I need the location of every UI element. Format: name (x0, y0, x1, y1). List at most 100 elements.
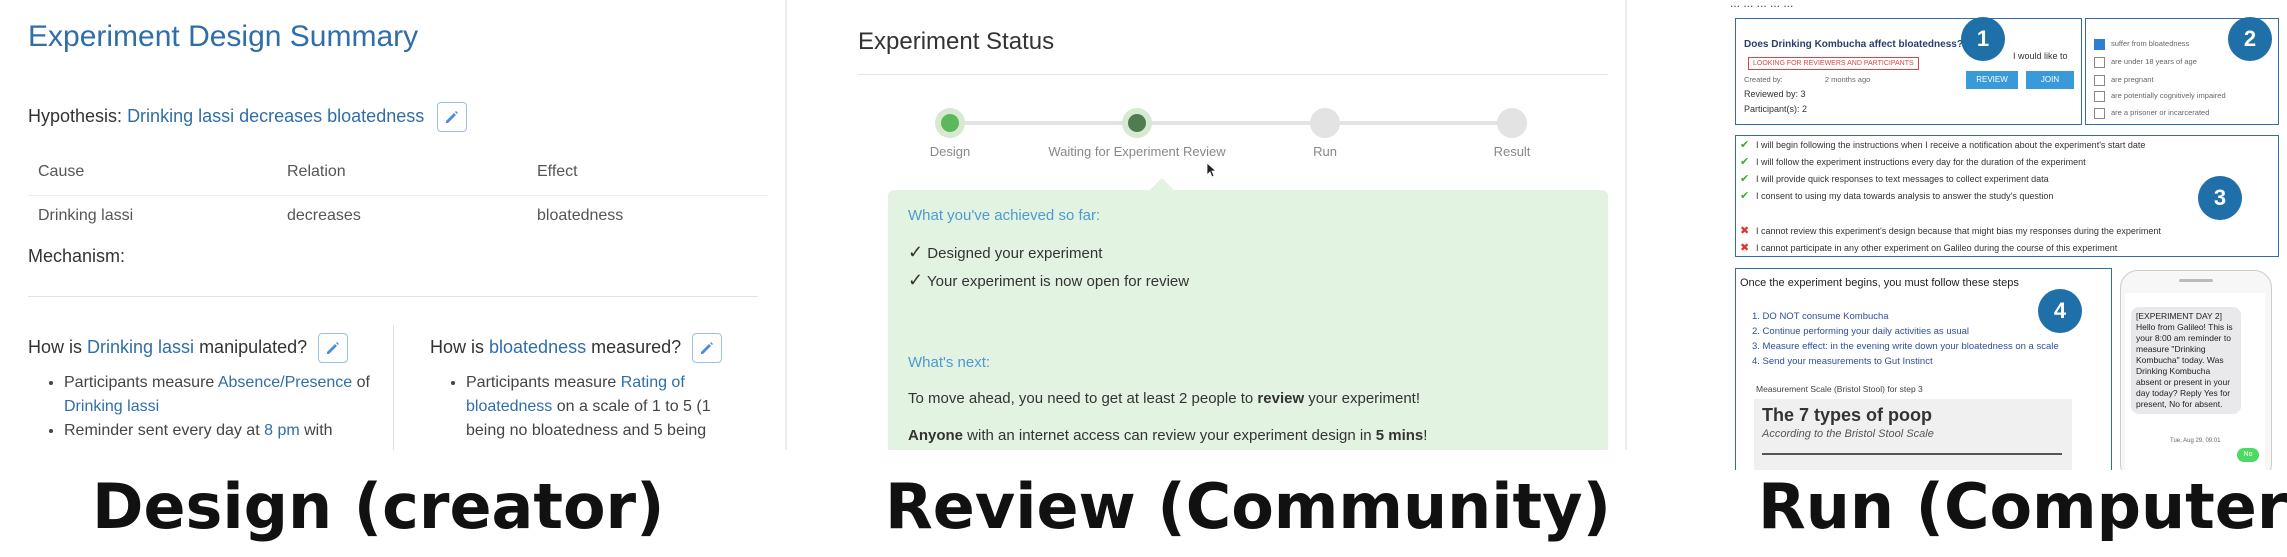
eligibility-label: suffer from bloatedness (2111, 39, 2190, 48)
achieved-heading: What you've achieved so far: (908, 207, 1101, 224)
table-cell-relation: decreases (287, 207, 361, 224)
q-suffix: manipulated? (194, 336, 308, 357)
experiment-card: Does Drinking Kombucha affect bloatednes… (1735, 17, 2082, 125)
hypothesis-label: Hypothesis: (28, 105, 123, 126)
run-panel: ... ... ... ... ... Does Drinking Kombuc… (1730, 0, 2287, 470)
consent-item: I will follow the experiment instruction… (1756, 157, 2086, 167)
exclusion-item: I cannot review this experiment's design… (1756, 226, 2161, 236)
eligibility-label: are potentially cognitively impaired (2111, 91, 2226, 100)
anyone-instruction: Anyone with an internet access can revie… (908, 427, 1428, 444)
participant-count: Participant(s): 2 (1744, 104, 1808, 114)
list-item: Participants measure Absence/Presence of… (64, 371, 384, 419)
mouse-cursor-icon (1206, 162, 1218, 178)
caption-review: Review (Community) (885, 470, 1611, 543)
status-info-box: What you've achieved so far: ✓ Designed … (888, 178, 1608, 450)
cause-link[interactable]: Drinking lassi (64, 398, 159, 415)
sms-bubble: [EXPERIMENT DAY 2] Hello from Galileo! T… (2131, 307, 2241, 414)
table-header-relation: Relation (287, 163, 346, 180)
eligibility-label: are under 18 years of age (2111, 57, 2197, 66)
step-result-dot[interactable] (1497, 108, 1527, 138)
panel-divider (1625, 0, 1627, 450)
manipulated-question: How is Drinking lassi manipulated? (28, 333, 349, 363)
edit-measurement-button[interactable] (692, 333, 723, 363)
design-panel: Experiment Design Summary Hypothesis: Dr… (0, 0, 780, 450)
instruction-step: 3. Measure effect: in the evening write … (1752, 341, 2059, 352)
eligibility-checkbox[interactable] (2094, 75, 2105, 86)
eligibility-checkbox[interactable] (2094, 57, 2105, 68)
absence-presence-link[interactable]: Absence/Presence (218, 374, 352, 391)
effect-link[interactable]: bloatedness (489, 337, 586, 357)
cross-icon: ✖ (1740, 225, 1750, 237)
sms-timestamp: Tue, Aug 29, 09:01 (2170, 438, 2221, 444)
instruction-step: 2. Continue performing your daily activi… (1752, 326, 1970, 337)
caption-design: Design (creator) (92, 470, 665, 543)
review-panel: Experiment Status Design Waiting for Exp… (785, 0, 1625, 450)
instruction-step: 1. DO NOT consume Kombucha (1752, 311, 1889, 322)
measured-list: Participants measure Rating of bloatedne… (446, 371, 746, 443)
status-title: Experiment Status (858, 28, 1055, 55)
step-number-badge: 2 (2228, 17, 2272, 61)
phone-mockup: [EXPERIMENT DAY 2] Hello from Galileo! T… (2120, 270, 2272, 470)
eligibility-card: suffer from bloatedness are under 18 yea… (2085, 17, 2279, 125)
q-prefix: How is (430, 336, 490, 357)
design-title: Experiment Design Summary (28, 20, 419, 53)
instruction-step: 4. Send your measurements to Gut Instinc… (1752, 356, 1933, 367)
edit-hypothesis-button[interactable] (437, 102, 468, 132)
column-divider (393, 325, 394, 450)
eligibility-checkbox[interactable] (2094, 91, 2105, 102)
poop-subtitle: According to the Bristol Stool Scale (1762, 428, 1934, 440)
eligibility-checkbox[interactable] (2094, 39, 2105, 50)
checkmark-icon: ✔ (1740, 190, 1750, 202)
step-label-review: Waiting for Experiment Review (1048, 144, 1226, 159)
next-heading: What's next: (908, 354, 991, 371)
eligibility-checkbox[interactable] (2094, 108, 2105, 119)
edit-manipulation-button[interactable] (318, 333, 349, 363)
checkmark-icon: ✓ (908, 242, 924, 262)
section-divider (28, 296, 758, 297)
step-label-result: Result (1493, 144, 1531, 159)
step-run-dot[interactable] (1310, 108, 1340, 138)
eligibility-label: are a prisoner or incarcerated (2111, 108, 2210, 117)
box-caret (1150, 178, 1174, 190)
hypothesis-row: Hypothesis: Drinking lassi decreases blo… (28, 102, 468, 132)
list-item: Reminder sent every day at 8 pm with (64, 419, 384, 443)
reminder-time-link[interactable]: 8 pm (264, 422, 300, 439)
table-header-cause: Cause (38, 163, 85, 180)
step-review-dot[interactable] (1122, 108, 1152, 138)
next-instruction: To move ahead, you need to get at least … (908, 390, 1421, 407)
cut-off-text: ... ... ... ... ... (1730, 0, 1794, 10)
phone-speaker (2179, 279, 2213, 282)
achieved-item: ✓ Your experiment is now open for review (908, 270, 1190, 290)
progress-track (950, 121, 1510, 125)
table-cell-cause: Drinking lassi (38, 207, 134, 224)
scale-rule (1762, 453, 2062, 455)
hypothesis-value[interactable]: Drinking lassi decreases bloatedness (127, 106, 424, 126)
table-divider (28, 195, 768, 196)
measured-question: How is bloatedness measured? (430, 333, 723, 363)
achieved-item: ✓ Designed your experiment (908, 242, 1103, 262)
status-badge: LOOKING FOR REVIEWERS AND PARTICIPANTS (1748, 57, 1919, 70)
q-prefix: How is (28, 336, 88, 357)
cause-link[interactable]: Drinking lassi (87, 337, 194, 357)
reply-bubble: No (2237, 448, 2259, 462)
manipulated-list: Participants measure Absence/Presence of… (44, 371, 384, 443)
reviewed-count: Reviewed by: 3 (1744, 89, 1806, 99)
instructions-card: Once the experiment begins, you must fol… (1735, 268, 2112, 470)
step-number-badge: 4 (2038, 289, 2082, 333)
consent-item: I will provide quick responses to text m… (1756, 174, 2049, 184)
scale-label: Measurement Scale (Bristol Stool) for st… (1756, 384, 1923, 394)
created-by: Created by: 2 months ago (1744, 75, 1871, 84)
table-header-effect: Effect (537, 163, 578, 180)
join-button[interactable]: JOIN (2026, 71, 2074, 89)
card-title: Does Drinking Kombucha affect bloatednes… (1744, 39, 1963, 50)
checkmark-icon: ✔ (1740, 139, 1750, 151)
bristol-scale-image: The 7 types of poop According to the Bri… (1754, 399, 2072, 470)
exclusion-item: I cannot participate in any other experi… (1756, 243, 2118, 253)
i-would-like-label: I would like to (2013, 51, 2068, 61)
step-design-dot[interactable] (935, 108, 965, 138)
eligibility-label: are pregnant (2111, 75, 2154, 84)
consent-item: I consent to using my data towards analy… (1756, 191, 2054, 201)
step-number-badge: 3 (2198, 176, 2242, 220)
steps-title: Once the experiment begins, you must fol… (1740, 277, 2019, 289)
review-button[interactable]: REVIEW (1966, 71, 2018, 89)
